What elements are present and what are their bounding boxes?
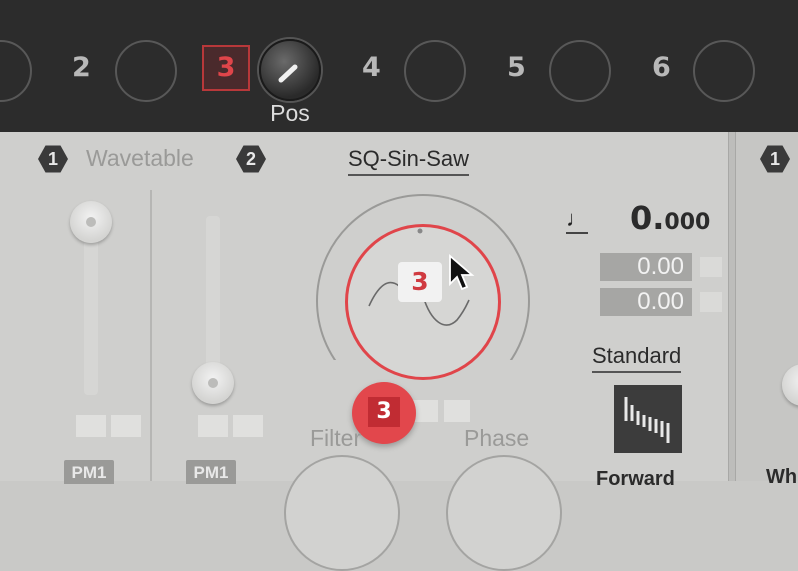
value-field-1[interactable]: 0.00 bbox=[600, 253, 692, 281]
phase-knob[interactable] bbox=[446, 455, 562, 571]
phase-mod-label-right: PM1 bbox=[186, 460, 236, 484]
playback-mode-selector[interactable]: Standard bbox=[592, 343, 682, 373]
wavetable-name-selector[interactable]: SQ-Sin-Saw bbox=[348, 146, 470, 176]
slider-2-thumb[interactable] bbox=[192, 362, 234, 404]
phase-knob-label: Phase bbox=[464, 425, 530, 451]
slider-1-thumb[interactable] bbox=[70, 201, 112, 243]
modulation-drag-number: 3 bbox=[368, 397, 400, 427]
position-knob[interactable] bbox=[259, 39, 321, 101]
position-knob-label: Pos bbox=[270, 100, 310, 126]
slot-3-active-number[interactable]: 3 bbox=[202, 45, 250, 91]
slot-2-knob[interactable] bbox=[115, 40, 177, 102]
slot-2-number[interactable]: 2 bbox=[72, 52, 91, 83]
slot-5-number[interactable]: 5 bbox=[507, 52, 526, 83]
rate-value[interactable]: 0.000 bbox=[630, 199, 710, 237]
slider-1-button-b[interactable] bbox=[111, 415, 141, 437]
next-oscillator-panel bbox=[736, 132, 798, 481]
wavetable-section-label: Wavetable bbox=[86, 145, 194, 171]
direction-selector[interactable]: Forward bbox=[596, 468, 675, 491]
frames-bars-icon bbox=[624, 397, 670, 443]
value-field-2-toggle[interactable] bbox=[700, 292, 722, 312]
mouse-cursor-icon bbox=[449, 254, 475, 291]
slot-4-number[interactable]: 4 bbox=[362, 52, 381, 83]
macro-assignment-badge[interactable]: 3 bbox=[398, 262, 442, 302]
column-separator bbox=[150, 190, 152, 481]
slot-6-knob[interactable] bbox=[693, 40, 755, 102]
panel-divider bbox=[728, 132, 736, 481]
next-panel-label: Wh bbox=[766, 466, 798, 488]
display-button-b[interactable] bbox=[444, 400, 470, 422]
waveform-preview bbox=[368, 228, 470, 326]
slot-4-knob[interactable] bbox=[404, 40, 466, 102]
rate-value-decimal: 000 bbox=[664, 210, 711, 235]
filter-knob-label: Filter bbox=[310, 425, 362, 451]
rate-value-integer: 0. bbox=[630, 199, 665, 237]
wavetable-frames-icon[interactable] bbox=[614, 385, 682, 453]
slot-5-knob[interactable] bbox=[549, 40, 611, 102]
phase-mod-label-left: PM1 bbox=[64, 460, 114, 484]
slider-1-button-a[interactable] bbox=[76, 415, 106, 437]
value-field-2[interactable]: 0.00 bbox=[600, 288, 692, 316]
slot-6-number[interactable]: 6 bbox=[652, 52, 671, 83]
filter-knob[interactable] bbox=[284, 455, 400, 571]
note-sync-toggle[interactable]: ♩ bbox=[566, 206, 588, 234]
value-field-1-toggle[interactable] bbox=[700, 257, 722, 277]
slider-2-button-b[interactable] bbox=[233, 415, 263, 437]
knob-pointer-icon bbox=[278, 64, 298, 83]
slider-2-button-a[interactable] bbox=[198, 415, 228, 437]
